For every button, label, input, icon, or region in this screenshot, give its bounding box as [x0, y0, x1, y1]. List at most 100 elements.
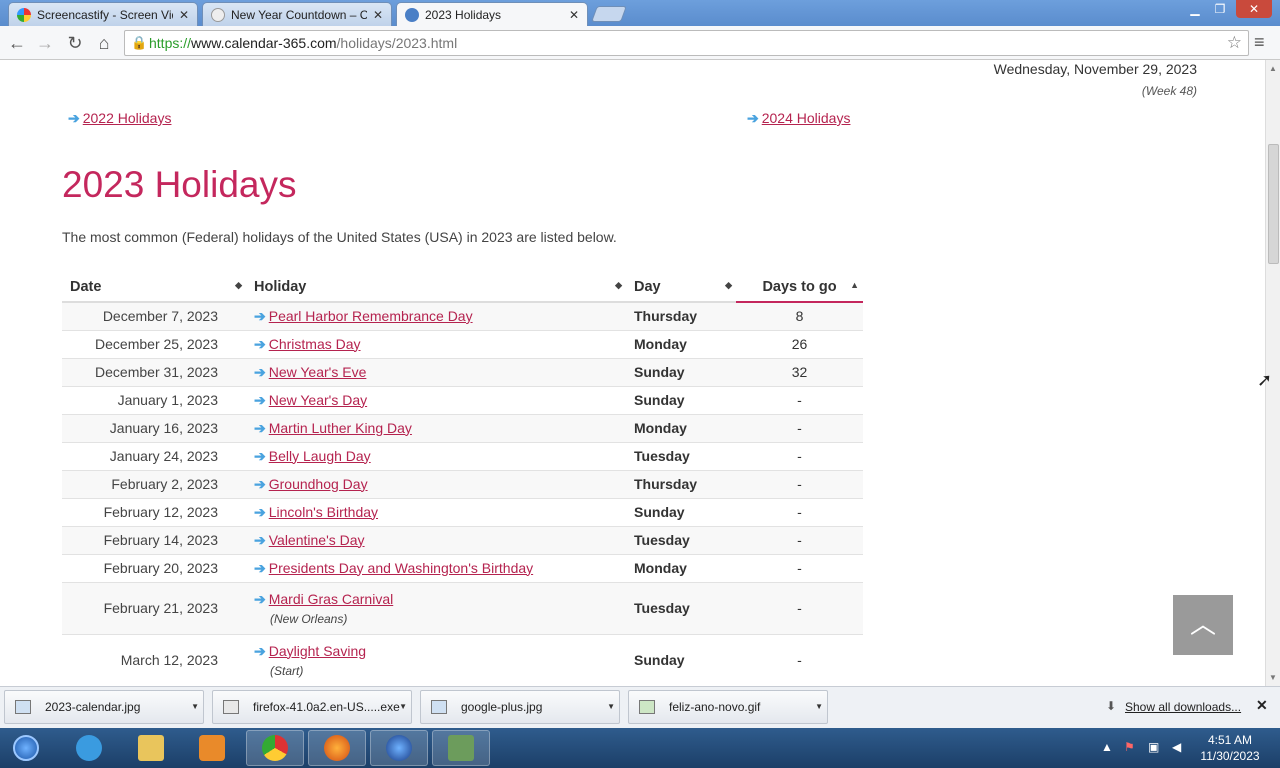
download-item[interactable]: feliz-ano-novo.gif ▼ [628, 690, 828, 724]
table-row: February 12, 2023 ➔ Lincoln's Birthday Su… [62, 498, 863, 527]
holiday-link[interactable]: Groundhog Day [269, 476, 368, 492]
next-year-link[interactable]: ➔ 2024 Holidays [747, 110, 850, 127]
table-row: February 20, 2023 ➔ Presidents Day and Wa… [62, 554, 863, 583]
minimize-window-icon[interactable]: ▁ [1184, 0, 1206, 18]
chevron-down-icon[interactable]: ▼ [191, 691, 199, 723]
firefox-icon [324, 735, 350, 761]
sort-ascending-icon: ▲ [850, 280, 859, 290]
sort-icon: ◆ [615, 280, 622, 290]
arrow-right-icon: ➔ [254, 391, 266, 408]
network-icon[interactable]: ▣ [1148, 740, 1159, 754]
show-hidden-icons[interactable]: ▲ [1101, 740, 1113, 754]
screencastify-favicon-icon [17, 7, 31, 22]
column-header-days-to-go[interactable]: Days to go ▲ [736, 272, 863, 303]
prev-year-link[interactable]: ➔ 2022 Holidays [68, 110, 171, 127]
taskbar-media-player[interactable] [183, 730, 241, 766]
start-button[interactable] [0, 730, 52, 766]
holiday-link[interactable]: New Year's Day [269, 392, 367, 408]
column-header-date[interactable]: Date ◆ [62, 272, 246, 303]
chrome-menu-icon[interactable]: ≡ [1254, 32, 1265, 53]
show-all-downloads-link[interactable]: Show all downloads... [1125, 700, 1241, 714]
holiday-link[interactable]: Presidents Day and Washington's Birthday [269, 560, 533, 576]
downloads-bar: 2023-calendar.jpg ▼ firefox-41.0a2.en-US.… [0, 686, 1280, 728]
holiday-link[interactable]: Daylight Saving [269, 643, 366, 659]
taskbar-firefox-nightly[interactable] [370, 730, 428, 766]
firefox-nightly-icon [386, 735, 412, 761]
holiday-link[interactable]: New Year's Eve [269, 364, 367, 380]
column-header-day[interactable]: Day ◆ [626, 272, 736, 303]
scroll-to-top-button[interactable]: ︿ [1173, 595, 1233, 655]
exe-file-icon [223, 700, 239, 714]
table-row: February 21, 2023 ➔ Mardi Gras Carnival (N… [62, 582, 863, 635]
countdown-favicon-icon [211, 7, 225, 22]
calendar-365-favicon-icon [405, 7, 419, 22]
taskbar-chrome[interactable] [246, 730, 304, 766]
holiday-note: (Start) [270, 663, 304, 678]
address-bar[interactable]: 🔒 https://www.calendar-365.com/holidays/… [124, 30, 1249, 56]
holiday-link[interactable]: Belly Laugh Day [269, 448, 371, 464]
arrow-right-icon: ➔ [254, 363, 266, 380]
mouse-cursor-icon: ➚ [1257, 370, 1273, 390]
arrow-right-icon: ➔ [254, 335, 266, 352]
action-center-icon[interactable]: ⚑ [1124, 740, 1135, 754]
close-window-icon[interactable]: ✕ [1236, 0, 1272, 18]
chevron-down-icon[interactable]: ▼ [399, 691, 407, 723]
browser-toolbar: ← → ↻ ⌂ 🔒 https://www.calendar-365.com/h… [0, 26, 1280, 60]
browser-tab-bar: Screencastify - Screen Vid ✕ New Year Co… [0, 0, 1280, 26]
download-item[interactable]: 2023-calendar.jpg ▼ [4, 690, 204, 724]
taskbar-internet-explorer[interactable] [60, 730, 118, 766]
back-icon[interactable]: ← [6, 32, 28, 54]
arrow-right-icon: ➔ [254, 559, 266, 576]
restore-window-icon[interactable]: ❐ [1208, 0, 1232, 18]
forward-icon[interactable]: → [34, 32, 56, 54]
table-row: February 14, 2023 ➔ Valentine's Day Tuesd… [62, 526, 863, 555]
home-icon[interactable]: ⌂ [93, 32, 115, 54]
taskbar-firefox[interactable] [308, 730, 366, 766]
table-row: January 16, 2023 ➔ Martin Luther King Day… [62, 414, 863, 443]
arrow-right-icon: ➔ [254, 475, 266, 492]
download-item[interactable]: google-plus.jpg ▼ [420, 690, 620, 724]
holiday-link[interactable]: Valentine's Day [269, 532, 365, 548]
lock-icon: 🔒 [131, 35, 148, 50]
download-arrow-icon: ⬇ [1106, 699, 1117, 713]
table-row: December 7, 2023 ➔ Pearl Harbor Remembran… [62, 302, 863, 331]
taskbar-file-explorer[interactable] [122, 730, 180, 766]
close-downloads-bar-icon[interactable]: ✕ [1256, 697, 1268, 714]
tab-screencastify[interactable]: Screencastify - Screen Vid ✕ [8, 2, 198, 26]
chevron-down-icon[interactable]: ▼ [607, 691, 615, 723]
scroll-up-icon[interactable]: ▲ [1269, 64, 1277, 73]
close-tab-icon[interactable]: ✕ [569, 8, 579, 22]
bookmark-star-icon[interactable]: ☆ [1227, 31, 1242, 55]
current-week: (Week 48) [1141, 84, 1197, 98]
new-tab-button[interactable] [591, 6, 627, 22]
holiday-link[interactable]: Pearl Harbor Remembrance Day [269, 308, 473, 324]
page-title: 2023 Holidays [62, 164, 297, 205]
arrow-right-icon: ➔ [254, 307, 266, 324]
current-date: Wednesday, November 29, 2023 [993, 61, 1197, 77]
holiday-link[interactable]: Christmas Day [269, 336, 361, 352]
media-player-icon [199, 735, 225, 761]
close-tab-icon[interactable]: ✕ [373, 8, 383, 22]
column-header-holiday[interactable]: Holiday ◆ [246, 272, 626, 303]
holiday-link[interactable]: Lincoln's Birthday [269, 504, 378, 520]
scroll-down-icon[interactable]: ▼ [1269, 673, 1277, 682]
table-row: February 2, 2023 ➔ Groundhog Day Thursday… [62, 470, 863, 499]
holiday-link[interactable]: Mardi Gras Carnival [269, 591, 393, 607]
chevron-down-icon[interactable]: ▼ [815, 691, 823, 723]
tab-2023-holidays[interactable]: 2023 Holidays ✕ [396, 2, 588, 26]
arrow-right-icon: ➔ [254, 419, 266, 436]
arrow-right-icon: ➔ [254, 447, 266, 464]
download-item[interactable]: firefox-41.0a2.en-US.....exe ▼ [212, 690, 412, 724]
table-row: December 25, 2023 ➔ Christmas Day Monday … [62, 330, 863, 359]
table-row: January 24, 2023 ➔ Belly Laugh Day Tuesda… [62, 442, 863, 471]
system-clock[interactable]: 4:51 AM 11/30/2023 [1195, 732, 1265, 764]
taskbar-task-manager[interactable] [432, 730, 490, 766]
scrollbar-thumb[interactable] [1268, 144, 1279, 264]
tab-new-year-countdown[interactable]: New Year Countdown – C ✕ [202, 2, 392, 26]
holiday-link[interactable]: Martin Luther King Day [269, 420, 412, 436]
close-tab-icon[interactable]: ✕ [179, 8, 189, 22]
volume-muted-icon[interactable]: ◀ [1172, 740, 1181, 754]
reload-icon[interactable]: ↻ [64, 32, 86, 54]
holidays-table: Date ◆ Holiday ◆ Day ◆ Days to go ▲ December… [62, 272, 863, 686]
holiday-note: (New Orleans) [270, 611, 348, 626]
